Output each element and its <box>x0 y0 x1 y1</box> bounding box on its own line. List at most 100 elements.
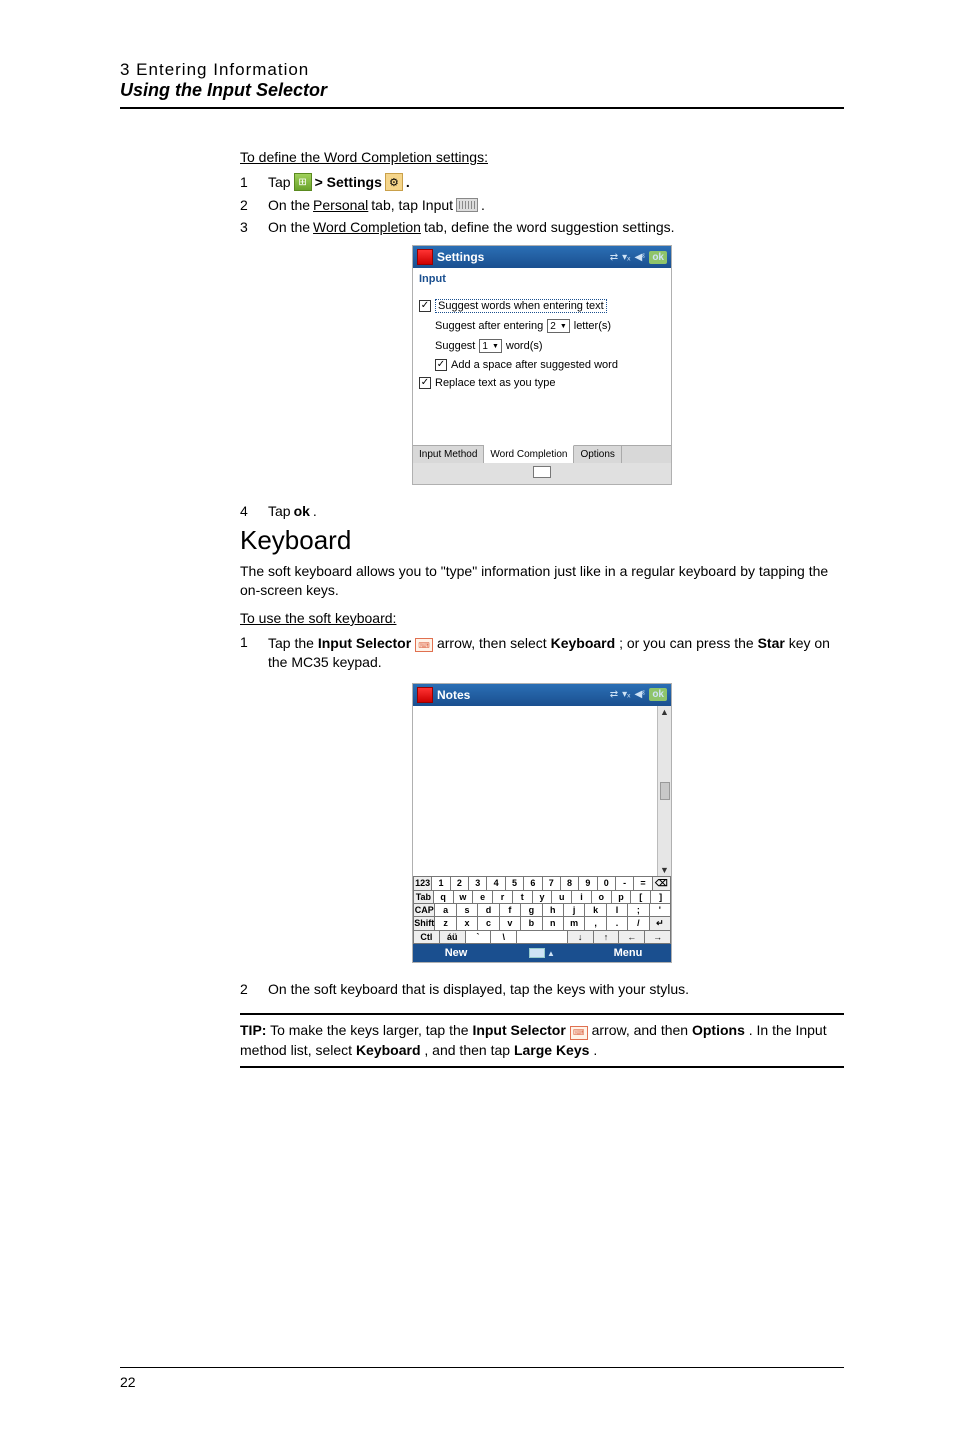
notes-canvas[interactable]: ▲ ▼ <box>413 706 671 876</box>
key[interactable]: l <box>607 904 628 917</box>
sip-toggle[interactable]: ▲ <box>499 944 585 962</box>
sync-icon: ⇄ <box>610 689 618 700</box>
key[interactable]: v <box>500 917 521 931</box>
key[interactable]: n <box>543 917 564 931</box>
key[interactable]: ' <box>650 904 671 917</box>
kbd-row-1: 123 1 2 3 4 5 6 7 8 9 0 - = ⌫ <box>413 877 671 891</box>
backspace-key[interactable]: ⌫ <box>653 877 671 891</box>
step-text-a: Tap <box>268 503 291 519</box>
key[interactable]: i <box>572 891 592 904</box>
key[interactable]: d <box>478 904 499 917</box>
key[interactable]: x <box>457 917 478 931</box>
personal-tab-ref: Personal <box>313 197 368 213</box>
key[interactable]: o <box>592 891 612 904</box>
sip-toggle-icon[interactable] <box>533 466 551 478</box>
letters-suffix: letter(s) <box>574 320 611 332</box>
volume-icon: ◀ᵋ <box>634 689 645 700</box>
letters-select[interactable]: 2 <box>547 319 570 333</box>
key[interactable]: ↓ <box>568 931 594 944</box>
start-flag-icon[interactable] <box>417 249 433 265</box>
key[interactable]: p <box>612 891 632 904</box>
soft-keyboard[interactable]: 123 1 2 3 4 5 6 7 8 9 0 - = ⌫ Tab q w e … <box>413 876 671 944</box>
key[interactable]: Shift <box>413 917 435 931</box>
key[interactable]: , <box>585 917 606 931</box>
key[interactable]: Tab <box>413 891 434 904</box>
start-flag-icon[interactable] <box>417 687 433 703</box>
key[interactable]: 123 <box>413 877 432 891</box>
key[interactable]: 5 <box>506 877 524 891</box>
step-text-a: On the <box>268 197 310 213</box>
key[interactable]: g <box>521 904 542 917</box>
sync-icon: ⇄ <box>610 252 618 263</box>
softkey-menu[interactable]: Menu <box>585 944 671 962</box>
key[interactable]: . <box>607 917 628 931</box>
key[interactable]: 0 <box>598 877 616 891</box>
words-select[interactable]: 1 <box>479 339 502 353</box>
key[interactable]: - <box>616 877 634 891</box>
key[interactable]: w <box>454 891 474 904</box>
scrollbar[interactable]: ▲ ▼ <box>657 706 671 876</box>
input-selector-icon: ⌨ <box>415 638 433 652</box>
key[interactable]: a <box>435 904 456 917</box>
key[interactable]: ← <box>619 931 645 944</box>
key[interactable]: [ <box>631 891 651 904</box>
key[interactable]: 8 <box>561 877 579 891</box>
tab-options[interactable]: Options <box>574 446 621 463</box>
key[interactable]: c <box>478 917 499 931</box>
key[interactable]: = <box>634 877 652 891</box>
step-4: 4 Tap ok . <box>240 503 844 519</box>
space-key[interactable] <box>517 931 568 944</box>
key[interactable]: j <box>564 904 585 917</box>
step-text-b: tab, tap Input <box>371 197 453 213</box>
enter-key[interactable]: ↵ <box>650 917 671 931</box>
ok-button[interactable]: ok <box>649 688 667 701</box>
key[interactable]: m <box>564 917 585 931</box>
scroll-thumb[interactable] <box>660 782 670 800</box>
key[interactable]: / <box>628 917 649 931</box>
key[interactable]: y <box>533 891 553 904</box>
key[interactable]: ` <box>466 931 492 944</box>
key[interactable]: b <box>521 917 542 931</box>
key[interactable]: \ <box>491 931 517 944</box>
key[interactable]: z <box>435 917 456 931</box>
signal-icon: ▾ₓ <box>622 252 630 263</box>
key[interactable]: 1 <box>432 877 450 891</box>
replace-text-checkbox[interactable] <box>419 377 431 389</box>
scroll-up-icon[interactable]: ▲ <box>660 706 669 718</box>
word-completion-tab-ref: Word Completion <box>313 219 421 235</box>
suggest-words-checkbox[interactable] <box>419 300 431 312</box>
step-3: 3 On the Word Completion tab, define the… <box>240 219 844 235</box>
key[interactable]: 6 <box>524 877 542 891</box>
tab-word-completion[interactable]: Word Completion <box>484 445 574 463</box>
key[interactable]: 9 <box>579 877 597 891</box>
key[interactable]: f <box>500 904 521 917</box>
key[interactable]: áü <box>440 931 466 944</box>
key[interactable]: e <box>473 891 493 904</box>
key[interactable]: CAP <box>413 904 435 917</box>
key[interactable]: ↑ <box>594 931 620 944</box>
key[interactable]: u <box>552 891 572 904</box>
scroll-down-icon[interactable]: ▼ <box>660 864 669 876</box>
key[interactable]: q <box>434 891 454 904</box>
ok-button[interactable]: ok <box>649 251 667 264</box>
key[interactable]: k <box>585 904 606 917</box>
key[interactable]: 7 <box>543 877 561 891</box>
key[interactable]: 2 <box>451 877 469 891</box>
softkey-new[interactable]: New <box>413 944 499 962</box>
add-space-checkbox[interactable] <box>435 359 447 371</box>
key[interactable]: ] <box>651 891 671 904</box>
tab-input-method[interactable]: Input Method <box>413 446 484 463</box>
key[interactable]: r <box>493 891 513 904</box>
key[interactable]: ; <box>628 904 649 917</box>
key[interactable]: t <box>513 891 533 904</box>
key[interactable]: → <box>645 931 671 944</box>
kbd-row-5: Ctl áü ` \ ↓ ↑ ← → <box>413 931 671 944</box>
key[interactable]: 4 <box>487 877 505 891</box>
step-text-c: . <box>481 197 485 213</box>
key[interactable]: h <box>543 904 564 917</box>
step-text-b: tab, define the word suggestion settings… <box>424 219 675 235</box>
key[interactable]: s <box>457 904 478 917</box>
key[interactable]: Ctl <box>413 931 440 944</box>
input-selector-icon: ⌨ <box>570 1026 588 1040</box>
key[interactable]: 3 <box>469 877 487 891</box>
